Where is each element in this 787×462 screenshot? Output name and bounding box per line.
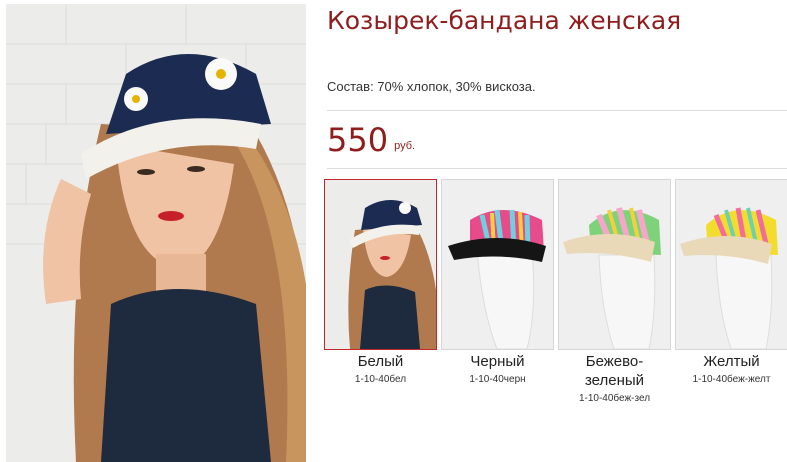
price-value: 550: [327, 121, 389, 159]
swatch-sku: 1-10-40беж-зел: [578, 393, 651, 404]
product-title: Козырек-бандана женская: [327, 6, 682, 35]
swatch-sku: 1-10-40черн: [469, 374, 526, 385]
swatch-thumbnail[interactable]: [558, 179, 671, 350]
divider: [327, 168, 787, 169]
swatch-beige-green[interactable]: Бежево-зеленый 1-10-40беж-зел: [558, 179, 671, 406]
product-price: 550 руб.: [327, 120, 415, 160]
swatch-name: Желтый: [703, 353, 760, 370]
price-currency: руб.: [394, 140, 416, 152]
swatch-yellow[interactable]: Желтый 1-10-40беж-желт: [675, 179, 787, 387]
swatch-thumbnail[interactable]: [324, 179, 437, 350]
color-swatches: Белый 1-10-40бел Черный 1-10-40черн Беже…: [324, 179, 787, 419]
swatch-black[interactable]: Черный 1-10-40черн: [441, 179, 554, 387]
main-product-photo: [6, 4, 306, 462]
swatch-thumbnail[interactable]: [675, 179, 787, 350]
swatch-name: Белый: [357, 353, 404, 370]
swatch-sku: 1-10-40беж-желт: [692, 374, 771, 385]
product-composition: Состав: 70% хлопок, 30% вискоза.: [327, 79, 536, 94]
swatch-sku: 1-10-40бел: [354, 374, 407, 385]
swatch-name: Черный: [470, 353, 525, 370]
divider: [327, 110, 787, 111]
swatch-white[interactable]: Белый 1-10-40бел: [324, 179, 437, 387]
swatch-name: Бежево-зеленый: [584, 353, 645, 389]
swatch-thumbnail[interactable]: [441, 179, 554, 350]
